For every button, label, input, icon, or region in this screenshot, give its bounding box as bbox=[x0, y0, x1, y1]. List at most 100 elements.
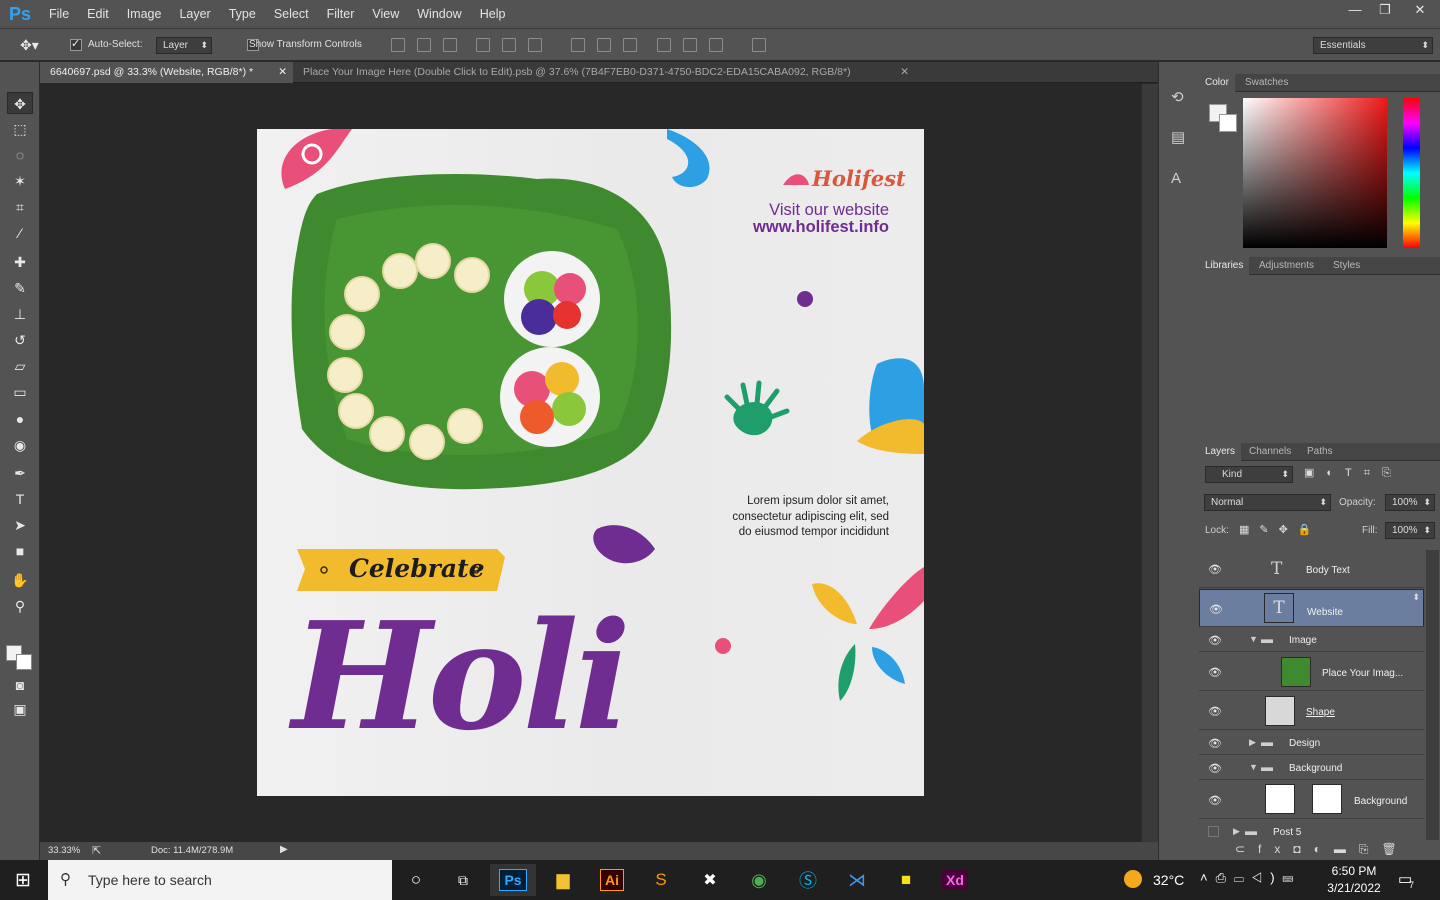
blend-mode-select[interactable]: Normal bbox=[1204, 494, 1331, 511]
align-hcenter-icon[interactable] bbox=[502, 38, 516, 52]
clock-time[interactable]: 6:50 PM bbox=[1324, 864, 1384, 878]
pen-tool-icon[interactable]: ✒ bbox=[7, 462, 33, 484]
layer-row-shape[interactable]: 👁 Shape bbox=[1199, 692, 1424, 730]
lasso-tool-icon[interactable]: ◌ bbox=[7, 144, 33, 166]
maximize-button[interactable]: ❐ bbox=[1370, 0, 1400, 20]
crop-tool-icon[interactable]: ⌗ bbox=[7, 196, 33, 218]
vertical-scrollbar[interactable] bbox=[1141, 84, 1158, 842]
xampp-icon[interactable]: ✖ bbox=[687, 864, 733, 896]
windows-start-icon[interactable]: ⊞ bbox=[15, 869, 31, 892]
zoom-tool-icon[interactable]: ⚲ bbox=[7, 595, 33, 617]
character-panel-icon[interactable]: A bbox=[1171, 170, 1181, 187]
doc-tab-active[interactable]: 6640697.psd @ 33.3% (Website, RGB/8*) * … bbox=[40, 62, 293, 83]
distribute-bottom-icon[interactable] bbox=[623, 38, 637, 52]
align-top-icon[interactable] bbox=[391, 38, 405, 52]
menu-select[interactable]: Select bbox=[265, 0, 318, 28]
layer-row-smart-object[interactable]: 👁 Place Your Imag... bbox=[1199, 653, 1424, 691]
doc-tab-inactive[interactable]: Place Your Image Here (Double Click to E… bbox=[293, 62, 915, 83]
layer-row-body-text[interactable]: 👁 T Body Text bbox=[1199, 550, 1424, 588]
distribute-left-icon[interactable] bbox=[657, 38, 671, 52]
layer-row-website[interactable]: 👁 T Website bbox=[1199, 589, 1424, 627]
move-tool-icon[interactable]: ✥ bbox=[7, 92, 33, 114]
sticky-notes-icon[interactable]: ■ bbox=[883, 864, 929, 896]
file-explorer-icon[interactable]: ▆ bbox=[540, 864, 586, 896]
tab-channels[interactable]: Channels bbox=[1243, 443, 1297, 461]
quick-mask-icon[interactable]: ◙ bbox=[7, 674, 33, 696]
close-button[interactable]: ✕ bbox=[1400, 0, 1440, 20]
eraser-tool-icon[interactable]: ▱ bbox=[7, 355, 33, 377]
align-right-icon[interactable] bbox=[528, 38, 542, 52]
opacity-input[interactable]: 100% bbox=[1385, 494, 1435, 511]
menu-window[interactable]: Window bbox=[408, 0, 470, 28]
marquee-tool-icon[interactable]: ⬚ bbox=[7, 118, 33, 140]
tab-layers[interactable]: Layers bbox=[1199, 443, 1242, 461]
visibility-eye-icon[interactable]: 👁 bbox=[1208, 794, 1222, 807]
layer-actions-icons[interactable]: ⊂fx◘◐▬⎘🗑 bbox=[1235, 842, 1410, 857]
status-menu-arrow-icon[interactable]: ▶ bbox=[280, 844, 288, 855]
artboard[interactable]: Holifest Visit our website www.holifest.… bbox=[257, 129, 924, 796]
tab-swatches[interactable]: Swatches bbox=[1239, 74, 1294, 92]
visibility-eye-icon[interactable]: 👁 bbox=[1208, 563, 1222, 576]
type-tool-icon[interactable]: T bbox=[7, 488, 33, 510]
shape-tool-icon[interactable]: ■ bbox=[7, 540, 33, 562]
task-view-icon[interactable]: ⧉ bbox=[440, 864, 486, 896]
menu-view[interactable]: View bbox=[363, 0, 408, 28]
screen-mode-icon[interactable]: ▣ bbox=[7, 698, 33, 720]
menu-layer[interactable]: Layer bbox=[170, 0, 219, 28]
weather-temperature[interactable]: 32°C bbox=[1153, 872, 1184, 888]
layer-row-post5-group[interactable]: ▶ ▬ Post 5 bbox=[1199, 820, 1424, 840]
chevron-right-icon[interactable]: ▶ bbox=[1233, 826, 1240, 837]
tab-styles[interactable]: Styles bbox=[1327, 257, 1366, 275]
photoshop-taskbar-app[interactable]: Ps bbox=[490, 864, 536, 896]
eyedropper-icon[interactable]: ⁄ bbox=[7, 222, 33, 244]
workspace-select[interactable]: Essentials bbox=[1313, 37, 1433, 54]
background-color-swatch[interactable] bbox=[16, 654, 32, 670]
export-icon[interactable]: ⇱ bbox=[92, 844, 101, 857]
fill-input[interactable]: 100% bbox=[1385, 522, 1435, 539]
menu-filter[interactable]: Filter bbox=[318, 0, 364, 28]
healing-brush-icon[interactable]: ✚ bbox=[7, 251, 33, 273]
layer-row-image-group[interactable]: 👁 ▼ ▬ Image bbox=[1199, 628, 1424, 652]
minimize-button[interactable]: — bbox=[1340, 0, 1370, 20]
visibility-eye-icon[interactable]: 👁 bbox=[1208, 634, 1222, 647]
zoom-level[interactable]: 33.33% bbox=[48, 845, 80, 856]
cortana-icon[interactable]: ○ bbox=[393, 864, 439, 896]
menu-type[interactable]: Type bbox=[220, 0, 265, 28]
menu-image[interactable]: Image bbox=[118, 0, 171, 28]
visibility-eye-icon[interactable]: 👁 bbox=[1208, 737, 1222, 750]
vscode-icon[interactable]: ⋊ bbox=[834, 864, 880, 896]
layer-row-background-fill[interactable]: 👁 Background bbox=[1199, 781, 1424, 819]
align-vcenter-icon[interactable] bbox=[417, 38, 431, 52]
visibility-off-box[interactable] bbox=[1208, 826, 1219, 837]
tab-color[interactable]: Color bbox=[1199, 74, 1235, 92]
layers-scrollbar[interactable] bbox=[1426, 550, 1439, 840]
menu-help[interactable]: Help bbox=[471, 0, 515, 28]
layer-row-design-group[interactable]: 👁 ▶ ▬ Design bbox=[1199, 731, 1424, 755]
blur-tool-icon[interactable]: ● bbox=[7, 408, 33, 430]
move-tool-icon[interactable]: ✥▾ bbox=[20, 37, 39, 54]
auto-select-checkbox[interactable] bbox=[70, 37, 82, 52]
weather-sun-icon[interactable] bbox=[1124, 870, 1142, 888]
dodge-tool-icon[interactable]: ◉ bbox=[7, 434, 33, 456]
visibility-eye-icon[interactable]: 👁 bbox=[1208, 666, 1222, 679]
chevron-right-icon[interactable]: ▶ bbox=[1249, 737, 1256, 748]
properties-panel-icon[interactable]: ▤ bbox=[1171, 128, 1185, 146]
path-selection-icon[interactable]: ➤ bbox=[7, 514, 33, 536]
lock-icons[interactable]: ▦✎✥🔒 bbox=[1239, 523, 1322, 536]
distribute-right-icon[interactable] bbox=[709, 38, 723, 52]
menu-edit[interactable]: Edit bbox=[78, 0, 118, 28]
history-brush-icon[interactable]: ↺ bbox=[7, 329, 33, 351]
distribute-top-icon[interactable] bbox=[571, 38, 585, 52]
tab-paths[interactable]: Paths bbox=[1301, 443, 1339, 461]
menu-file[interactable]: File bbox=[40, 0, 78, 28]
tab-adjustments[interactable]: Adjustments bbox=[1253, 257, 1320, 275]
gradient-tool-icon[interactable]: ▭ bbox=[7, 381, 33, 403]
hue-slider[interactable] bbox=[1403, 98, 1420, 248]
clone-stamp-icon[interactable]: ⊥ bbox=[7, 303, 33, 325]
illustrator-taskbar-app[interactable]: Ai bbox=[589, 864, 635, 896]
visibility-eye-icon[interactable]: 👁 bbox=[1208, 762, 1222, 775]
bg-color-chip[interactable] bbox=[1219, 114, 1237, 132]
chevron-down-icon[interactable]: ▼ bbox=[1249, 634, 1258, 644]
auto-align-icon[interactable] bbox=[752, 38, 766, 52]
skype-icon[interactable]: Ⓢ bbox=[785, 864, 831, 896]
